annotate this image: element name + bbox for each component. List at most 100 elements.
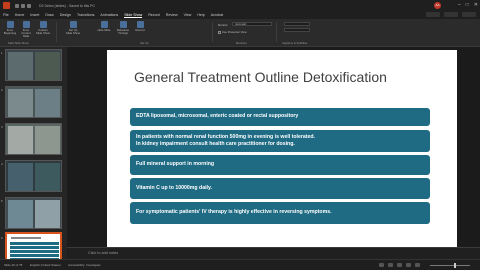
custom-show-icon bbox=[39, 21, 47, 28]
close-button[interactable]: ✕ bbox=[474, 2, 478, 9]
thumbnail-box bbox=[10, 254, 59, 257]
play-icon bbox=[6, 21, 14, 28]
status-bar: Slide 46 of 78 English (United States) A… bbox=[0, 259, 480, 270]
slide-image bbox=[35, 200, 60, 228]
slide-image bbox=[35, 89, 60, 117]
thumbnail-box bbox=[10, 246, 59, 249]
tab-view[interactable]: View bbox=[184, 13, 192, 17]
accessibility-indicator[interactable]: Accessibility: Investigate bbox=[68, 263, 101, 267]
content-line: Vitamin C up to 10000mg daily. bbox=[136, 184, 212, 191]
slide-thumbnail[interactable] bbox=[5, 86, 62, 118]
tab-transitions[interactable]: Transitions bbox=[77, 13, 94, 17]
content-box[interactable]: For symptomatic patients' IV therapy is … bbox=[130, 202, 430, 224]
zoom-slider[interactable] bbox=[430, 263, 470, 268]
monitor-select[interactable]: Automatic bbox=[232, 22, 272, 26]
tab-file[interactable]: File bbox=[3, 13, 9, 17]
notes-pane[interactable]: Click to add notes bbox=[67, 247, 480, 259]
slide-image bbox=[35, 163, 60, 191]
slide[interactable]: General Treatment Outline Detoxification… bbox=[107, 50, 457, 247]
normal-view-icon[interactable] bbox=[388, 263, 393, 267]
avatar[interactable]: AA bbox=[434, 2, 441, 9]
thumbnail-number: 5 bbox=[1, 199, 3, 203]
ribbon-tabs: File Home Insert Draw Design Transitions… bbox=[0, 11, 480, 19]
hide-slide-icon bbox=[100, 21, 108, 28]
slide-sorter-icon[interactable] bbox=[397, 263, 402, 267]
tab-review[interactable]: Review bbox=[166, 13, 178, 17]
ribbon-right-actions bbox=[426, 12, 476, 17]
slideshow-icon[interactable] bbox=[415, 263, 420, 267]
group-label-monitors: Monitors bbox=[236, 41, 247, 45]
slide-thumbnail[interactable] bbox=[5, 197, 62, 229]
content-box[interactable]: Full mineral support in morning bbox=[130, 155, 430, 175]
tab-insert[interactable]: Insert bbox=[30, 13, 39, 17]
notes-placeholder: Click to add notes bbox=[88, 251, 119, 255]
subtitle-setting-select[interactable] bbox=[284, 28, 310, 32]
save-icon[interactable] bbox=[15, 3, 19, 8]
tab-draw[interactable]: Draw bbox=[45, 13, 53, 17]
present-button[interactable] bbox=[444, 12, 458, 17]
content-line: In patients with normal renal function 5… bbox=[136, 133, 316, 140]
title-bar: D2 Detox (slides) - Saved to this PC AA … bbox=[0, 0, 480, 11]
tab-help[interactable]: Help bbox=[197, 13, 204, 17]
thumbnail-number: 2 bbox=[1, 88, 3, 92]
slide-image bbox=[35, 52, 60, 80]
thumbnail-title-line bbox=[11, 237, 41, 239]
thumbnail-box bbox=[10, 242, 59, 245]
thumbnail-number: 6 bbox=[1, 236, 3, 240]
content-line: EDTA liposomal, microsomal, enteric coat… bbox=[136, 113, 299, 120]
presenter-view-checkbox[interactable]: Use Presenter View bbox=[218, 30, 247, 34]
setup-icon bbox=[69, 21, 77, 28]
play-current-icon bbox=[22, 21, 30, 28]
tab-home[interactable]: Home bbox=[15, 13, 25, 17]
tab-slide-show[interactable]: Slide Show bbox=[124, 13, 143, 18]
group-label-setup: Set Up bbox=[140, 41, 149, 45]
content-box[interactable]: EDTA liposomal, microsomal, enteric coat… bbox=[130, 108, 430, 126]
slide-image bbox=[8, 52, 33, 80]
powerpoint-icon bbox=[3, 2, 10, 9]
monitor-label: Monitor: bbox=[218, 23, 229, 27]
redo-icon[interactable] bbox=[27, 3, 31, 8]
thumbnail-number: 1 bbox=[1, 51, 3, 55]
window-controls: – □ ✕ bbox=[458, 2, 478, 9]
content-line: In kidney impairment consult health care… bbox=[136, 141, 295, 147]
slide-image bbox=[8, 126, 33, 154]
reading-view-icon[interactable] bbox=[406, 263, 411, 267]
record-button[interactable] bbox=[426, 12, 440, 17]
subtitle-language-select[interactable] bbox=[284, 22, 310, 26]
custom-slide-show-button[interactable]: Custom Slide Show bbox=[36, 21, 50, 41]
from-current-slide-button[interactable]: From Current Slide bbox=[19, 21, 33, 41]
slide-image bbox=[8, 200, 33, 228]
language-indicator[interactable]: English (United States) bbox=[30, 263, 61, 267]
undo-icon[interactable] bbox=[21, 3, 25, 8]
record-slide-button[interactable]: Record bbox=[133, 21, 147, 41]
slide-counter: Slide 46 of 78 bbox=[4, 263, 23, 267]
minimize-button[interactable]: – bbox=[458, 2, 461, 9]
content-line: For symptomatic patients' IV therapy is … bbox=[136, 209, 332, 216]
maximize-button[interactable]: □ bbox=[466, 2, 469, 9]
slide-thumbnail[interactable] bbox=[5, 49, 62, 81]
hide-slide-button[interactable]: Hide Slide bbox=[97, 21, 111, 41]
tab-record[interactable]: Record bbox=[148, 13, 160, 17]
slide-image bbox=[35, 126, 60, 154]
tab-acrobat[interactable]: Acrobat bbox=[211, 13, 223, 17]
group-label-start: Start Slide Show bbox=[8, 41, 29, 45]
slide-thumbnail[interactable] bbox=[5, 160, 62, 192]
rehearse-timings-button[interactable]: Rehearse Timings bbox=[116, 21, 130, 41]
from-beginning-button[interactable]: From Beginning bbox=[3, 21, 17, 41]
slide-image bbox=[8, 163, 33, 191]
tab-animations[interactable]: Animations bbox=[100, 13, 118, 17]
notes-icon[interactable] bbox=[379, 263, 384, 267]
timer-icon bbox=[119, 21, 127, 28]
content-box[interactable]: In patients with normal renal function 5… bbox=[130, 130, 430, 152]
ribbon: From Beginning From Current Slide Custom… bbox=[0, 19, 480, 47]
slide-title[interactable]: General Treatment Outline Detoxification bbox=[134, 69, 387, 85]
tab-design[interactable]: Design bbox=[60, 13, 71, 17]
slide-thumbnail[interactable] bbox=[5, 123, 62, 155]
thumbnail-number: 4 bbox=[1, 162, 3, 166]
thumbnail-number: 3 bbox=[1, 125, 3, 129]
share-button[interactable] bbox=[462, 12, 476, 17]
slide-editing-area: General Treatment Outline Detoxification… bbox=[67, 47, 480, 247]
zoom-slider-thumb[interactable] bbox=[454, 263, 456, 268]
content-box[interactable]: Vitamin C up to 10000mg daily. bbox=[130, 178, 430, 199]
set-up-slide-show-button[interactable]: Set Up Slide Show bbox=[66, 21, 80, 41]
